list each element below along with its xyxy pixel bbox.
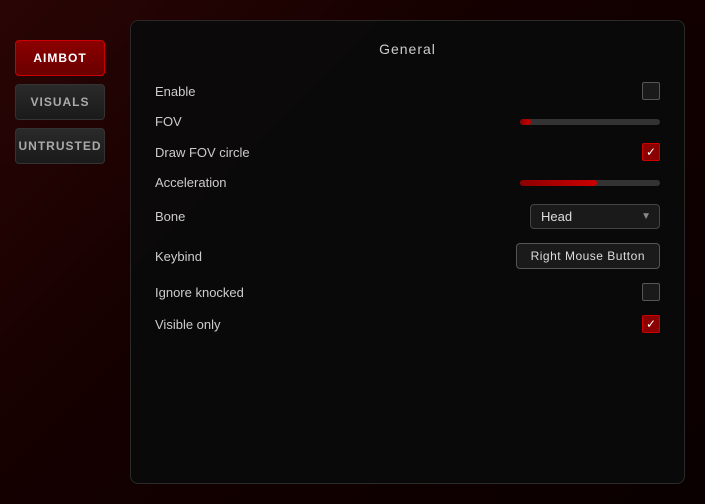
label-visible-only: Visible only — [155, 317, 510, 332]
sidebar-item-untrusted[interactable]: UNTRUSTED — [15, 128, 105, 164]
control-bone: Head ▼ — [510, 204, 660, 229]
control-draw-fov-circle: ✓ — [510, 143, 660, 161]
row-enable: Enable — [155, 75, 660, 107]
label-keybind: Keybind — [155, 249, 510, 264]
row-ignore-knocked: Ignore knocked — [155, 276, 660, 308]
slider-fov[interactable] — [520, 119, 660, 125]
control-ignore-knocked — [510, 283, 660, 301]
main-container: AIMBOT VISUALS UNTRUSTED General Enable … — [0, 0, 705, 504]
row-draw-fov-circle: Draw FOV circle ✓ — [155, 136, 660, 168]
row-fov: FOV — [155, 107, 660, 136]
sidebar: AIMBOT VISUALS UNTRUSTED — [0, 0, 120, 504]
control-fov — [510, 119, 660, 125]
chevron-down-icon: ▼ — [641, 211, 651, 222]
label-enable: Enable — [155, 84, 510, 99]
label-fov: FOV — [155, 114, 510, 129]
label-bone: Bone — [155, 209, 510, 224]
slider-acceleration[interactable] — [520, 180, 660, 186]
control-acceleration — [510, 180, 660, 186]
control-keybind: Right Mouse Button — [510, 243, 660, 269]
dropdown-bone[interactable]: Head ▼ — [530, 204, 660, 229]
control-visible-only: ✓ — [510, 315, 660, 333]
keybind-button[interactable]: Right Mouse Button — [516, 243, 660, 269]
row-keybind: Keybind Right Mouse Button — [155, 236, 660, 276]
row-visible-only: Visible only ✓ — [155, 308, 660, 340]
control-enable — [510, 82, 660, 100]
label-acceleration: Acceleration — [155, 175, 510, 190]
checkmark-draw-fov-circle: ✓ — [646, 146, 656, 158]
checkmark-visible-only: ✓ — [646, 318, 656, 330]
slider-fov-fill — [520, 119, 531, 125]
row-bone: Bone Head ▼ — [155, 197, 660, 236]
content-panel: General Enable FOV Draw FOV circle — [130, 20, 685, 484]
section-title: General — [155, 41, 660, 57]
checkbox-ignore-knocked[interactable] — [642, 283, 660, 301]
row-acceleration: Acceleration — [155, 168, 660, 197]
label-draw-fov-circle: Draw FOV circle — [155, 145, 510, 160]
checkbox-draw-fov-circle[interactable]: ✓ — [642, 143, 660, 161]
checkbox-visible-only[interactable]: ✓ — [642, 315, 660, 333]
label-ignore-knocked: Ignore knocked — [155, 285, 510, 300]
sidebar-item-aimbot[interactable]: AIMBOT — [15, 40, 105, 76]
sidebar-item-visuals[interactable]: VISUALS — [15, 84, 105, 120]
slider-acceleration-fill — [520, 180, 597, 186]
dropdown-bone-value: Head — [541, 209, 572, 224]
checkbox-enable[interactable] — [642, 82, 660, 100]
